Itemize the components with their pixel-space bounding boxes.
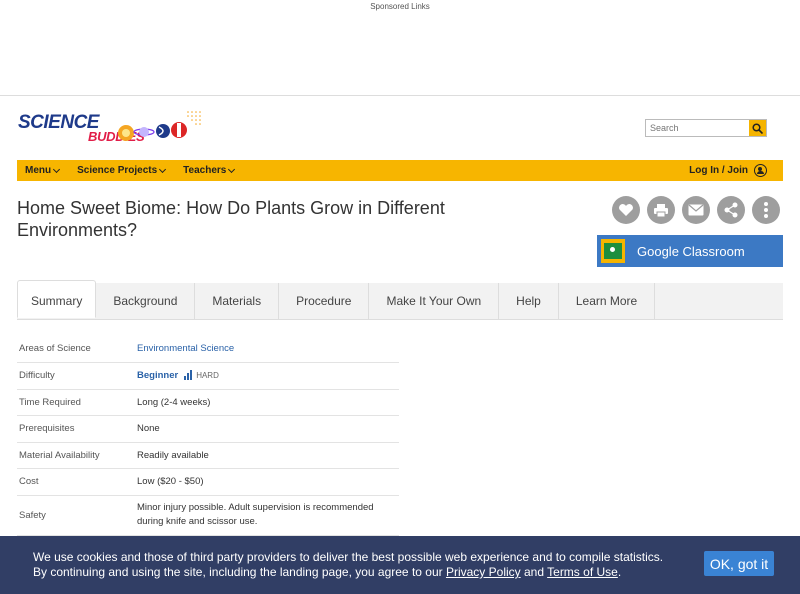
divider — [0, 95, 800, 96]
tab-learn-more[interactable]: Learn More — [559, 283, 656, 319]
table-row: Cost Low ($20 - $50) — [17, 468, 399, 496]
table-row: Material Availability Readily available — [17, 442, 399, 469]
nav-science-projects-label: Science Projects — [77, 165, 158, 176]
user-icon — [754, 164, 767, 177]
row-value: Long (2-4 weeks) — [137, 389, 399, 416]
google-classroom-label: Google Classroom — [637, 243, 745, 259]
table-row: Time Required Long (2-4 weeks) — [17, 389, 399, 416]
table-row: Prerequisites None — [17, 415, 399, 443]
print-button[interactable] — [647, 196, 675, 224]
heart-icon — [619, 204, 633, 216]
row-label: Prerequisites — [17, 415, 137, 443]
share-button[interactable] — [717, 196, 745, 224]
favorite-button[interactable] — [612, 196, 640, 224]
nav-teachers-label: Teachers — [183, 165, 227, 176]
row-label: Safety — [17, 495, 137, 536]
main-nav: Menu Science Projects Teachers Log In / … — [17, 160, 783, 181]
cookie-text-end: . — [617, 565, 622, 579]
table-row: Safety Minor injury possible. Adult supe… — [17, 495, 399, 536]
cookie-text-line1: We use cookies and those of third party … — [33, 550, 664, 564]
tab-background[interactable]: Background — [96, 283, 196, 319]
privacy-policy-link[interactable]: Privacy Policy — [446, 565, 521, 579]
science-buddies-logo[interactable]: SCIENCE BUDDIES — [18, 107, 208, 153]
difficulty-level: HARD — [196, 371, 219, 380]
print-icon — [654, 204, 668, 217]
project-tabs: Summary Background Materials Procedure M… — [17, 280, 783, 320]
tab-summary[interactable]: Summary — [17, 280, 97, 318]
search-input[interactable] — [646, 120, 749, 136]
nav-menu[interactable]: Menu — [25, 165, 61, 176]
row-value: Low ($20 - $50) — [137, 468, 399, 496]
chevron-down-icon — [53, 165, 61, 173]
cookie-text-line2: By continuing and using the site, includ… — [33, 565, 446, 579]
difficulty-bars-icon — [184, 370, 193, 380]
row-label: Material Availability — [17, 442, 137, 469]
login-label: Log In / Join — [689, 165, 748, 176]
search-box — [645, 119, 767, 137]
row-value: Minor injury possible. Adult supervision… — [137, 495, 399, 536]
google-classroom-icon — [601, 239, 625, 263]
more-button[interactable] — [752, 196, 780, 224]
project-actions — [612, 196, 780, 224]
row-value: None — [137, 415, 399, 443]
nav-menu-label: Menu — [25, 165, 52, 176]
row-label: Areas of Science — [17, 335, 137, 363]
logo-graphic-icon — [118, 111, 201, 141]
cookie-banner: We use cookies and those of third party … — [0, 536, 800, 594]
project-summary-table: Areas of Science Environmental Science D… — [17, 335, 399, 536]
sponsored-label: Sponsored Links — [370, 2, 430, 11]
login-join-link[interactable]: Log In / Join — [689, 164, 767, 177]
nav-teachers[interactable]: Teachers — [183, 165, 236, 176]
terms-of-use-link[interactable]: Terms of Use — [547, 565, 618, 579]
email-button[interactable] — [682, 196, 710, 224]
tab-help[interactable]: Help — [499, 283, 559, 319]
row-label: Time Required — [17, 389, 137, 416]
tab-materials[interactable]: Materials — [195, 283, 280, 319]
tab-procedure[interactable]: Procedure — [279, 283, 370, 319]
row-label: Cost — [17, 468, 137, 496]
row-value: Beginner HARD — [137, 362, 399, 390]
row-value: Readily available — [137, 442, 399, 469]
tab-make-it-your-own[interactable]: Make It Your Own — [369, 283, 500, 319]
cookie-ok-button[interactable]: OK, got it — [704, 551, 774, 576]
row-value: Environmental Science — [137, 335, 399, 363]
cookie-message: We use cookies and those of third party … — [33, 550, 683, 580]
google-classroom-button[interactable]: Google Classroom — [597, 235, 783, 267]
nav-science-projects[interactable]: Science Projects — [77, 165, 167, 176]
more-icon — [764, 202, 768, 218]
share-icon — [724, 202, 738, 218]
row-label: Difficulty — [17, 362, 137, 390]
table-row: Difficulty Beginner HARD — [17, 362, 399, 390]
chevron-down-icon — [159, 165, 167, 173]
search-icon — [752, 122, 763, 134]
area-of-science-link[interactable]: Environmental Science — [137, 343, 234, 354]
cookie-text-and: and — [520, 565, 548, 579]
chevron-down-icon — [228, 165, 236, 173]
difficulty-link[interactable]: Beginner — [137, 370, 178, 381]
search-button[interactable] — [749, 120, 766, 136]
email-icon — [688, 204, 704, 216]
page-title: Home Sweet Biome: How Do Plants Grow in … — [17, 198, 445, 240]
table-row: Areas of Science Environmental Science — [17, 335, 399, 363]
